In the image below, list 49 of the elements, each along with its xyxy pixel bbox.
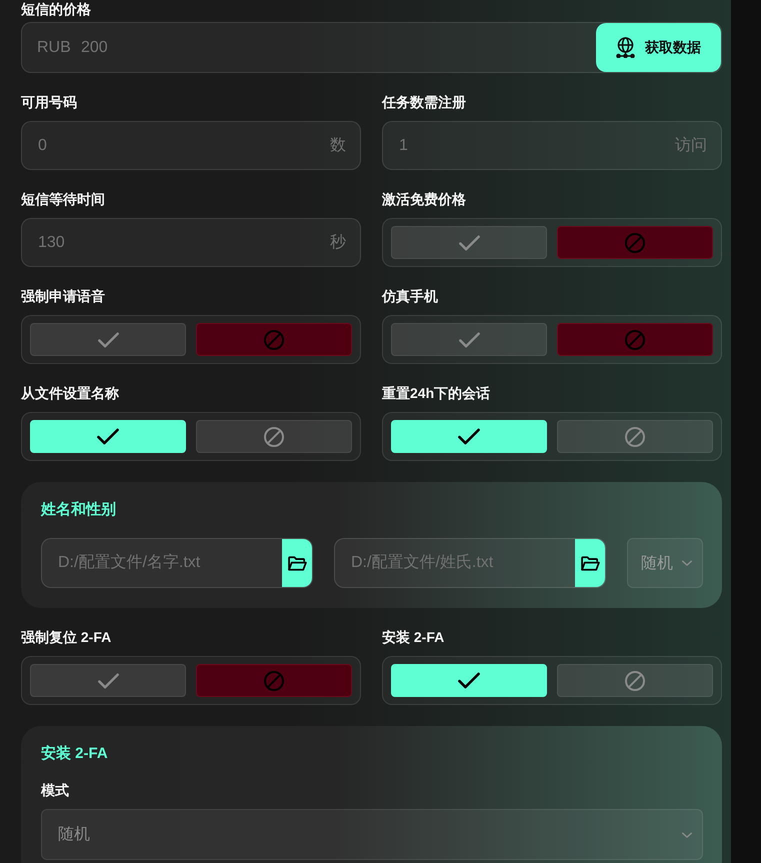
field-label: 安装 2-FA — [382, 628, 444, 646]
gender-select[interactable]: 随机 — [627, 538, 703, 588]
check-icon — [458, 234, 480, 250]
disable-button[interactable] — [557, 323, 713, 356]
disable-button[interactable] — [196, 323, 352, 356]
chevron-down-icon — [682, 832, 692, 838]
field-label: 短信的价格 — [21, 0, 91, 18]
check-icon — [98, 672, 118, 688]
unit-label: 访问 — [675, 136, 707, 156]
prohibited-icon — [625, 670, 645, 690]
check-icon — [98, 332, 118, 348]
field-label: 重置24h下的会话 — [382, 384, 490, 402]
section-title: 姓名和性别 — [41, 501, 116, 519]
field-label: 从文件设置名称 — [21, 384, 119, 402]
prohibited-icon — [264, 670, 284, 690]
prohibited-icon — [625, 330, 645, 350]
folder-icon — [580, 556, 600, 570]
field-label: 仿真手机 — [382, 287, 438, 305]
enable-button[interactable] — [30, 420, 186, 453]
unit-label: 数 — [330, 136, 346, 156]
enable-button[interactable] — [391, 664, 547, 697]
prohibited-icon — [264, 426, 284, 446]
field-label: 任务数需注册 — [382, 93, 466, 111]
unit-label: 秒 — [330, 233, 346, 253]
mode-select[interactable]: 随机 — [41, 809, 703, 860]
field-label: 激活免费价格 — [382, 190, 466, 208]
field-label: 短信等待时间 — [21, 190, 105, 208]
currency-label: RUB — [37, 38, 71, 58]
check-icon — [97, 428, 119, 445]
browse-button[interactable] — [575, 539, 605, 587]
prohibited-icon — [625, 426, 645, 446]
enable-button[interactable] — [391, 420, 547, 453]
field-label: 模式 — [41, 781, 69, 799]
check-icon — [458, 672, 480, 689]
chevron-down-icon — [682, 560, 692, 566]
check-icon — [458, 428, 480, 445]
section-title: 安装 2-FA — [41, 745, 108, 763]
folder-icon — [288, 556, 306, 570]
prohibited-icon — [264, 330, 284, 350]
disable-button[interactable] — [196, 664, 352, 697]
disable-button[interactable] — [557, 226, 713, 259]
field-label: 可用号码 — [21, 93, 77, 111]
check-icon — [458, 332, 480, 348]
globe-network-icon — [616, 37, 635, 58]
browse-button[interactable] — [282, 539, 312, 587]
field-label: 强制复位 2-FA — [21, 628, 112, 646]
prohibited-icon — [625, 232, 645, 252]
fetch-data-button[interactable]: 获取数据 — [596, 23, 721, 72]
field-label: 强制申请语音 — [21, 287, 105, 305]
